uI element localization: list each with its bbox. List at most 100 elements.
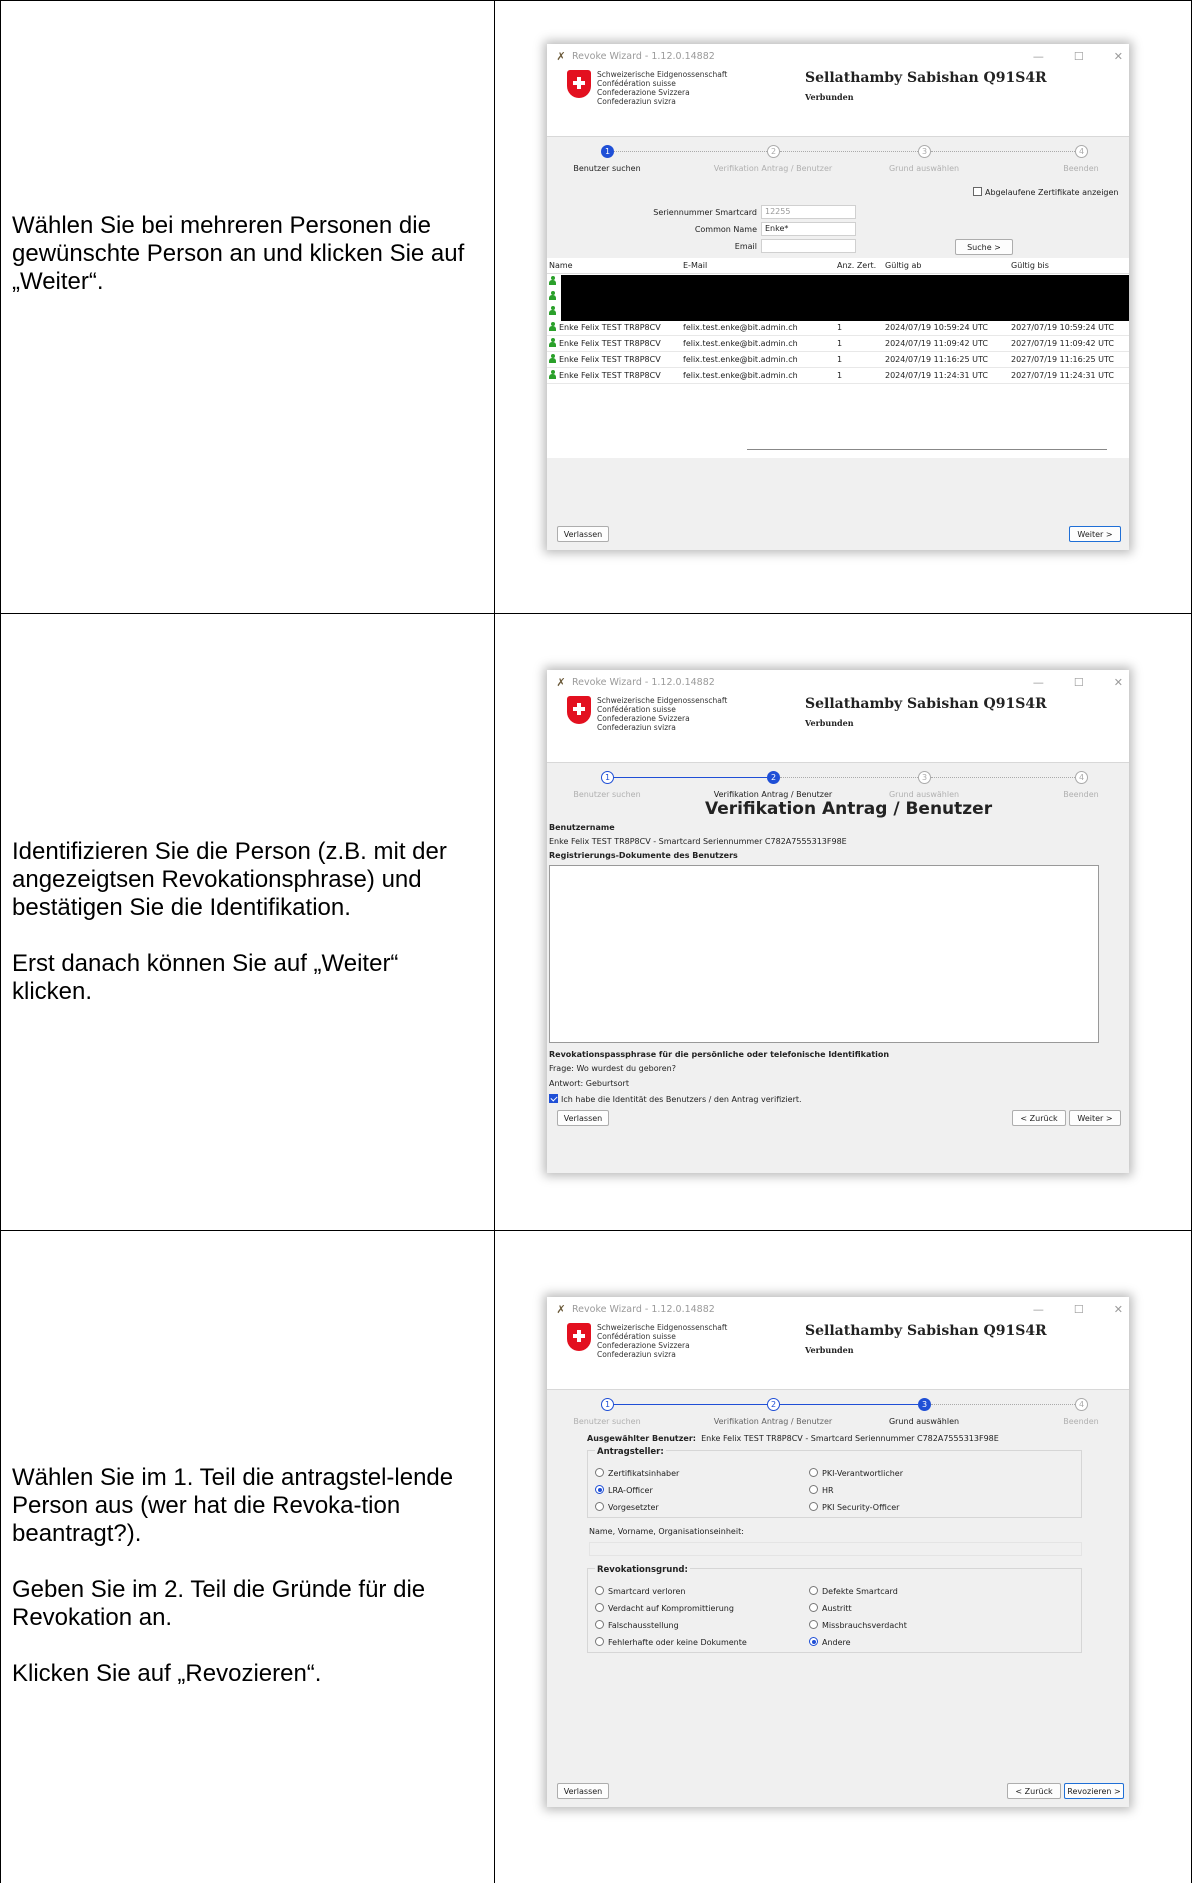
step-4-icon: 4 xyxy=(1075,771,1088,784)
window-title: Revoke Wizard - 1.12.0.14882 xyxy=(572,1303,715,1315)
step-2-icon: 2 xyxy=(767,1398,780,1411)
close-icon[interactable]: ✕ xyxy=(1114,1303,1123,1316)
window-controls: — ☐ ✕ xyxy=(1033,1297,1123,1321)
username-value: Enke Felix TEST TR8P8CV - Smartcard Seri… xyxy=(549,837,847,846)
reason-option[interactable]: Verdacht auf Kompromittierung xyxy=(595,1603,734,1613)
applicant-option[interactable]: Vorgesetzter xyxy=(595,1502,659,1512)
header: Schweizerische Eidgenossenschaft Confédér… xyxy=(547,1321,1129,1389)
serial-input[interactable]: 12255 xyxy=(761,205,856,219)
instruction-text: Wählen Sie bei mehreren Personen die gew… xyxy=(12,212,482,324)
reason-option[interactable]: Falschausstellung xyxy=(595,1620,679,1630)
close-icon[interactable]: ✕ xyxy=(1114,50,1123,63)
logged-in-user: Sellathamby Sabishan Q91S4R xyxy=(805,70,1047,86)
email-input[interactable] xyxy=(761,239,856,253)
logged-in-user: Sellathamby Sabishan Q91S4R xyxy=(805,1323,1047,1339)
name-unit-input[interactable] xyxy=(589,1542,1082,1556)
instruction-paragraph: Klicken Sie auf „Revozieren“. xyxy=(12,1660,322,1687)
user-icon xyxy=(549,354,556,363)
horizontal-scrollbar[interactable] xyxy=(747,449,1107,450)
leave-button[interactable]: Verlassen xyxy=(557,526,609,542)
email-label: Email xyxy=(734,242,757,251)
step-label: Verifikation Antrag / Benutzer xyxy=(713,164,833,173)
instruction-paragraph: Erst danach können Sie auf „Weiter“ klic… xyxy=(12,950,399,1005)
minimize-icon[interactable]: — xyxy=(1033,676,1044,689)
step-connector xyxy=(931,777,1075,778)
table-row[interactable]: Enke Felix TEST TR8P8CV felix.test.enke@… xyxy=(547,352,1129,368)
column-header[interactable]: Anz. Zert. xyxy=(837,258,876,273)
reason-option[interactable]: Smartcard verloren xyxy=(595,1586,685,1596)
back-button[interactable]: < Zurück xyxy=(1012,1110,1066,1126)
column-header[interactable]: Gültig bis xyxy=(1011,258,1049,273)
step-1-icon: 1 xyxy=(601,1398,614,1411)
user-icon xyxy=(549,338,556,347)
step-label: Beenden xyxy=(1063,1417,1099,1426)
title-bar: ✗ Revoke Wizard - 1.12.0.14882 — ☐ ✕ xyxy=(547,670,1129,694)
user-icon xyxy=(549,306,556,315)
leave-button[interactable]: Verlassen xyxy=(557,1110,609,1126)
reason-option[interactable]: Austritt xyxy=(809,1603,852,1613)
app-icon: ✗ xyxy=(556,1302,566,1316)
applicant-option[interactable]: PKI Security-Officer xyxy=(809,1502,899,1512)
instruction-text: Identifizieren Sie die Person (z.B. mit … xyxy=(12,838,482,1034)
reason-option[interactable]: Missbrauchsverdacht xyxy=(809,1620,907,1630)
column-header[interactable]: E-Mail xyxy=(683,258,707,273)
reason-title: Revokationsgrund: xyxy=(595,1565,690,1575)
step-label: Verifikation Antrag / Benutzer xyxy=(713,790,833,799)
documents-panel[interactable] xyxy=(549,865,1099,1043)
applicant-option[interactable]: Zertifikatsinhaber xyxy=(595,1468,679,1478)
table-row[interactable]: Enke Felix TEST TR8P8CV felix.test.enke@… xyxy=(547,320,1129,336)
step-3-icon: 3 xyxy=(918,771,931,784)
search-button[interactable]: Suche > xyxy=(955,239,1013,255)
confederation-name: Schweizerische Eidgenossenschaft Confédér… xyxy=(597,696,728,732)
connection-status: Verbunden xyxy=(805,1345,854,1355)
window-controls: — ☐ ✕ xyxy=(1033,670,1123,694)
table-row[interactable]: Enke Felix TEST TR8P8CV felix.test.enke@… xyxy=(547,336,1129,352)
step-connector xyxy=(780,1404,918,1405)
revoke-button[interactable]: Revozieren > xyxy=(1064,1783,1124,1799)
app-icon: ✗ xyxy=(556,49,566,63)
connection-status: Verbunden xyxy=(805,718,854,728)
applicant-option[interactable]: PKI-Verantwortlicher xyxy=(809,1468,903,1478)
common-name-input[interactable]: Enke* xyxy=(761,222,856,236)
maximize-icon[interactable]: ☐ xyxy=(1074,50,1084,63)
step-label: Benutzer suchen xyxy=(573,790,641,799)
header: Schweizerische Eidgenossenschaft Confédér… xyxy=(547,694,1129,762)
page-title: Verifikation Antrag / Benutzer xyxy=(705,799,993,819)
step-label: Verifikation Antrag / Benutzer xyxy=(713,1417,833,1426)
reason-option[interactable]: Defekte Smartcard xyxy=(809,1586,898,1596)
window-controls: — ☐ ✕ xyxy=(1033,44,1123,68)
back-button[interactable]: < Zurück xyxy=(1007,1783,1061,1799)
minimize-icon[interactable]: — xyxy=(1033,1303,1044,1316)
applicant-option[interactable]: LRA-Officer xyxy=(595,1485,653,1495)
window-title: Revoke Wizard - 1.12.0.14882 xyxy=(572,50,715,62)
close-icon[interactable]: ✕ xyxy=(1114,676,1123,689)
show-expired-checkbox[interactable]: Abgelaufene Zertifikate anzeigen xyxy=(973,187,1119,197)
step-indicator: 1 2 3 4 Benutzer suchen Verifikation Ant… xyxy=(547,137,1129,183)
identity-confirm-checkbox[interactable]: Ich habe die Identität des Benutzers / d… xyxy=(549,1094,802,1104)
wizard-body: 1 2 3 4 Benutzer suchen Verifikation Ant… xyxy=(547,762,1129,1173)
minimize-icon[interactable]: — xyxy=(1033,50,1044,63)
reason-option[interactable]: Andere xyxy=(809,1637,851,1647)
table-row[interactable]: Enke Felix TEST TR8P8CV felix.test.enke@… xyxy=(547,368,1129,384)
reason-option[interactable]: Fehlerhafte oder keine Dokumente xyxy=(595,1637,747,1647)
title-bar: ✗ Revoke Wizard - 1.12.0.14882 — ☐ ✕ xyxy=(547,44,1129,68)
instruction-table: Wählen Sie bei mehreren Personen die gew… xyxy=(0,0,1192,1883)
column-header[interactable]: Name xyxy=(549,258,573,273)
confederation-name: Schweizerische Eidgenossenschaft Confédér… xyxy=(597,70,728,106)
results-table: Name E-Mail Anz. Zert. Gültig ab Gültig … xyxy=(547,258,1129,458)
redaction-bar xyxy=(561,275,1129,321)
user-icon xyxy=(549,322,556,331)
next-button[interactable]: Weiter > xyxy=(1069,1110,1121,1126)
username-label: Benutzername xyxy=(549,823,615,832)
name-unit-label: Name, Vorname, Organisationseinheit: xyxy=(589,1527,744,1536)
column-header[interactable]: Gültig ab xyxy=(885,258,921,273)
answer-text: Antwort: Geburtsort xyxy=(549,1079,629,1088)
maximize-icon[interactable]: ☐ xyxy=(1074,1303,1084,1316)
step-3-icon: 3 xyxy=(918,145,931,158)
serial-label: Seriennummer Smartcard xyxy=(653,208,757,217)
next-button[interactable]: Weiter > xyxy=(1069,526,1121,542)
applicant-option[interactable]: HR xyxy=(809,1485,834,1495)
leave-button[interactable]: Verlassen xyxy=(557,1783,609,1799)
swiss-flag-icon xyxy=(567,1323,591,1351)
maximize-icon[interactable]: ☐ xyxy=(1074,676,1084,689)
